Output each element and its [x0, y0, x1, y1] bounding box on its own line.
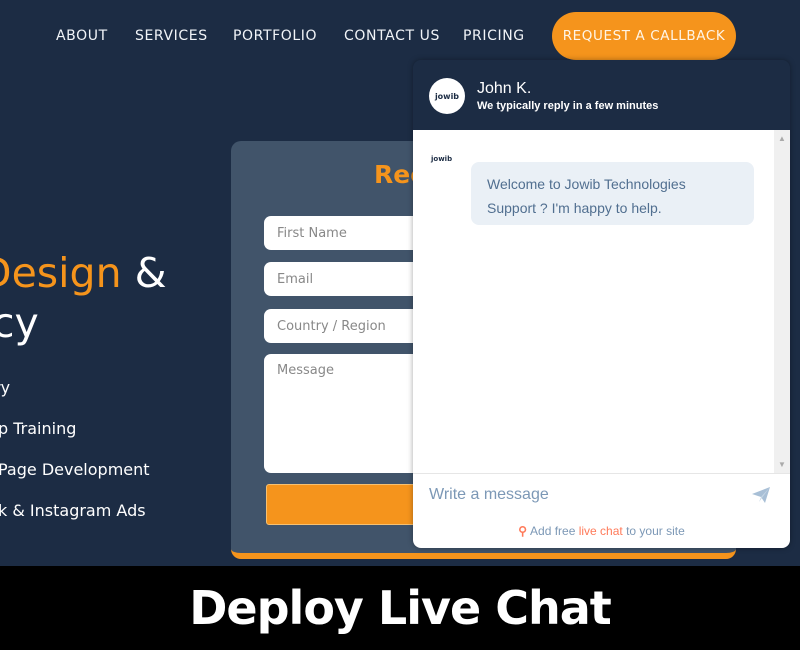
- hero-bullet: k & Instagram Ads: [0, 501, 146, 520]
- chat-message-input[interactable]: [429, 484, 739, 506]
- hero-title-line2: cy: [0, 299, 39, 347]
- live-chat-link[interactable]: live chat: [579, 524, 623, 538]
- scroll-up-icon[interactable]: ▲: [778, 134, 786, 143]
- nav-contact-us[interactable]: CONTACT US: [344, 28, 440, 44]
- hero-title-accent: Design: [0, 249, 122, 297]
- hero-bullet: Page Development: [0, 460, 150, 479]
- message-avatar-icon: jowib: [431, 155, 453, 163]
- live-chat-widget: jowib John K. We typically reply in a fe…: [413, 60, 790, 548]
- nav-portfolio[interactable]: PORTFOLIO: [233, 28, 317, 44]
- agent-status: We typically reply in a few minutes: [477, 100, 659, 112]
- jowib-logo-icon: jowib: [434, 91, 460, 101]
- hero-bullet: p Training: [0, 419, 77, 438]
- chat-input-area: ⚲Add free live chat to your site: [413, 473, 790, 548]
- chat-scrollbar[interactable]: ▲ ▼: [774, 130, 790, 473]
- send-icon[interactable]: [751, 486, 771, 504]
- agent-avatar: jowib: [429, 78, 465, 114]
- hubspot-icon: ⚲: [518, 524, 528, 538]
- agent-name: John K.: [477, 80, 532, 97]
- request-callback-button[interactable]: REQUEST A CALLBACK: [552, 12, 736, 60]
- branding-line: ⚲ Add free live chat to your site: [518, 524, 685, 538]
- nav-services[interactable]: SERVICES: [135, 28, 208, 44]
- hero-bullet: ry: [0, 378, 11, 397]
- caption-text: Deploy Live Chat: [189, 581, 611, 635]
- nav-about[interactable]: ABOUT: [56, 28, 108, 44]
- caption-banner: Deploy Live Chat: [0, 566, 800, 650]
- chat-header: jowib John K. We typically reply in a fe…: [413, 60, 790, 130]
- scroll-down-icon[interactable]: ▼: [778, 460, 786, 469]
- hero-title: Design &: [0, 248, 167, 298]
- chat-message-bubble: Welcome to Jowib Technologies Support ? …: [471, 162, 754, 225]
- hero-title-amp: &: [134, 249, 167, 297]
- chat-messages: jowib Welcome to Jowib Technologies Supp…: [413, 130, 790, 473]
- nav-pricing[interactable]: PRICING: [463, 28, 525, 44]
